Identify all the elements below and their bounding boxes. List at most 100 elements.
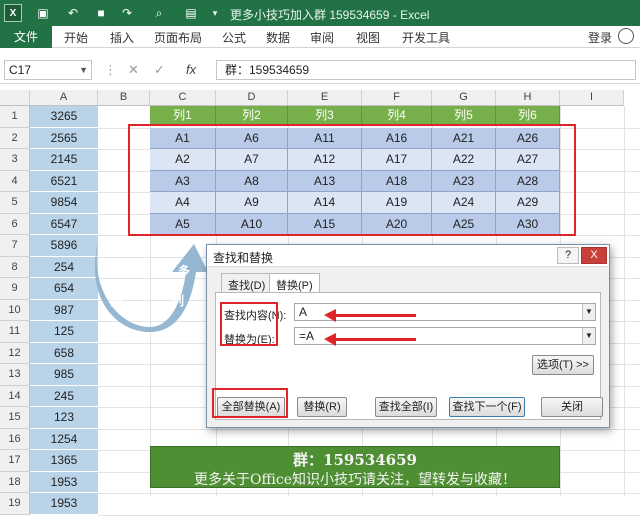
cell-a[interactable]: 1953 bbox=[30, 493, 98, 515]
close-button[interactable]: 关闭 bbox=[541, 397, 603, 417]
row-header[interactable]: 12 bbox=[0, 342, 30, 364]
find-dropdown-icon[interactable]: ▼ bbox=[582, 304, 595, 320]
column-header-i[interactable]: I bbox=[560, 90, 624, 106]
row-header[interactable]: 6 bbox=[0, 213, 30, 235]
cell-a[interactable]: 254 bbox=[30, 256, 98, 278]
row-header[interactable]: 8 bbox=[0, 256, 30, 278]
row-header[interactable]: 9 bbox=[0, 278, 30, 300]
row-header[interactable]: 1 bbox=[0, 106, 30, 128]
tab-data[interactable]: 数据 bbox=[266, 29, 290, 46]
print-preview-icon[interactable]: ⌕ bbox=[150, 4, 168, 22]
row-header[interactable]: 10 bbox=[0, 299, 30, 321]
help-button[interactable]: ? bbox=[557, 247, 579, 264]
cell-a[interactable]: 245 bbox=[30, 385, 98, 407]
cell-a[interactable]: 123 bbox=[30, 407, 98, 429]
cell-a[interactable]: 654 bbox=[30, 278, 98, 300]
find-next-button[interactable]: 查找下一个(F) bbox=[449, 397, 525, 417]
curve-label-col-left: 列 bbox=[110, 294, 123, 308]
fx-icon[interactable]: fx bbox=[186, 62, 196, 77]
cell-a[interactable]: 1953 bbox=[30, 471, 98, 493]
column-header-b[interactable]: B bbox=[98, 90, 150, 106]
column-header-e[interactable]: E bbox=[288, 90, 362, 106]
chevron-down-icon[interactable]: ▼ bbox=[79, 61, 88, 79]
tab-formulas[interactable]: 公式 bbox=[222, 29, 246, 46]
customize-dropdown-icon[interactable]: ▾ bbox=[206, 4, 224, 22]
labels-highlight-box bbox=[220, 302, 278, 346]
save-disk-icon[interactable]: ■ bbox=[92, 4, 110, 22]
find-input[interactable]: A bbox=[294, 303, 596, 321]
tab-home[interactable]: 开始 bbox=[64, 29, 88, 46]
table-header-cell[interactable]: 列6 bbox=[496, 106, 560, 125]
tab-file[interactable]: 文件 bbox=[0, 26, 52, 48]
tab-developer[interactable]: 开发工具 bbox=[402, 29, 450, 46]
row-header[interactable]: 5 bbox=[0, 192, 30, 214]
cell-a[interactable]: 5896 bbox=[30, 235, 98, 257]
formula-input[interactable]: 群：159534659 bbox=[216, 60, 636, 80]
redo-icon[interactable]: ↷ bbox=[118, 4, 136, 22]
row-header[interactable]: 2 bbox=[0, 127, 30, 149]
replace-input[interactable]: =A bbox=[294, 327, 596, 345]
column-header-d[interactable]: D bbox=[216, 90, 288, 106]
user-icon[interactable] bbox=[618, 28, 634, 44]
cell-a[interactable]: 987 bbox=[30, 299, 98, 321]
select-all-corner[interactable] bbox=[0, 90, 30, 106]
row-header[interactable]: 7 bbox=[0, 235, 30, 257]
table-header-cell[interactable]: 列2 bbox=[216, 106, 288, 125]
customize-icon[interactable]: ▤ bbox=[182, 4, 200, 22]
name-box[interactable]: C17 ▼ bbox=[4, 60, 92, 80]
replace-dropdown-icon[interactable]: ▼ bbox=[582, 328, 595, 344]
row-header[interactable]: 19 bbox=[0, 493, 30, 515]
enter-icon[interactable]: ✓ bbox=[154, 62, 165, 78]
tab-find[interactable]: 查找(D) bbox=[221, 273, 273, 293]
tab-page-layout[interactable]: 页面布局 bbox=[154, 29, 202, 46]
gridline-horizontal bbox=[98, 428, 640, 430]
cell-a[interactable]: 3265 bbox=[30, 106, 98, 128]
row-header[interactable]: 11 bbox=[0, 321, 30, 343]
column-header-c[interactable]: C bbox=[150, 90, 216, 106]
ribbon-tabs: 文件 开始 插入 页面布局 公式 数据 审阅 视图 开发工具 登录 bbox=[0, 26, 640, 48]
cell-a[interactable]: 658 bbox=[30, 342, 98, 364]
cell-a[interactable]: 1365 bbox=[30, 450, 98, 472]
options-button[interactable]: 选项(T) >> bbox=[532, 355, 594, 375]
row-header[interactable]: 18 bbox=[0, 471, 30, 493]
tab-insert[interactable]: 插入 bbox=[110, 29, 134, 46]
cell-a[interactable]: 6521 bbox=[30, 170, 98, 192]
curve-label-one: 一 bbox=[100, 266, 113, 280]
column-header-g[interactable]: G bbox=[432, 90, 496, 106]
column-header-h[interactable]: H bbox=[496, 90, 560, 106]
save-icon[interactable]: ▣ bbox=[34, 4, 52, 22]
row-header[interactable]: 15 bbox=[0, 407, 30, 429]
row-header[interactable]: 13 bbox=[0, 364, 30, 386]
table-header-cell[interactable]: 列3 bbox=[288, 106, 362, 125]
tab-view[interactable]: 视图 bbox=[356, 29, 380, 46]
cell-a[interactable]: 125 bbox=[30, 321, 98, 343]
replace-button[interactable]: 替换(R) bbox=[297, 397, 347, 417]
dialog-close-button[interactable]: X bbox=[581, 247, 607, 264]
tab-review[interactable]: 审阅 bbox=[310, 29, 334, 46]
banner-follow-text: 更多关于Office知识小技巧请关注，望转发与收藏！ bbox=[193, 472, 517, 488]
title-bar: X ▣ ↶ ■ ↷ ⌕ ▤ ▾ 更多小技巧加入群 159534659 - Exc… bbox=[0, 0, 640, 26]
cell-a[interactable]: 985 bbox=[30, 364, 98, 386]
row-header[interactable]: 17 bbox=[0, 450, 30, 472]
gridline-vertical bbox=[624, 106, 625, 496]
row-header[interactable]: 4 bbox=[0, 170, 30, 192]
table-header-cell[interactable]: 列1 bbox=[150, 106, 216, 125]
find-all-button[interactable]: 查找全部(I) bbox=[375, 397, 437, 417]
cell-a[interactable]: 1254 bbox=[30, 428, 98, 450]
column-header-a[interactable]: A bbox=[30, 90, 98, 106]
replace-input-value: =A bbox=[299, 329, 315, 343]
row-header[interactable]: 3 bbox=[0, 149, 30, 171]
cell-a[interactable]: 2145 bbox=[30, 149, 98, 171]
cell-a[interactable]: 9854 bbox=[30, 192, 98, 214]
undo-icon[interactable]: ↶ bbox=[64, 4, 82, 22]
row-header[interactable]: 16 bbox=[0, 428, 30, 450]
cell-a[interactable]: 2565 bbox=[30, 127, 98, 149]
login-link[interactable]: 登录 bbox=[588, 29, 612, 46]
tab-replace[interactable]: 替换(P) bbox=[269, 273, 320, 293]
cell-a[interactable]: 6547 bbox=[30, 213, 98, 235]
table-header-cell[interactable]: 列5 bbox=[432, 106, 496, 125]
cancel-icon[interactable]: ✕ bbox=[128, 62, 139, 78]
column-header-f[interactable]: F bbox=[362, 90, 432, 106]
table-header-cell[interactable]: 列4 bbox=[362, 106, 432, 125]
row-header[interactable]: 14 bbox=[0, 385, 30, 407]
